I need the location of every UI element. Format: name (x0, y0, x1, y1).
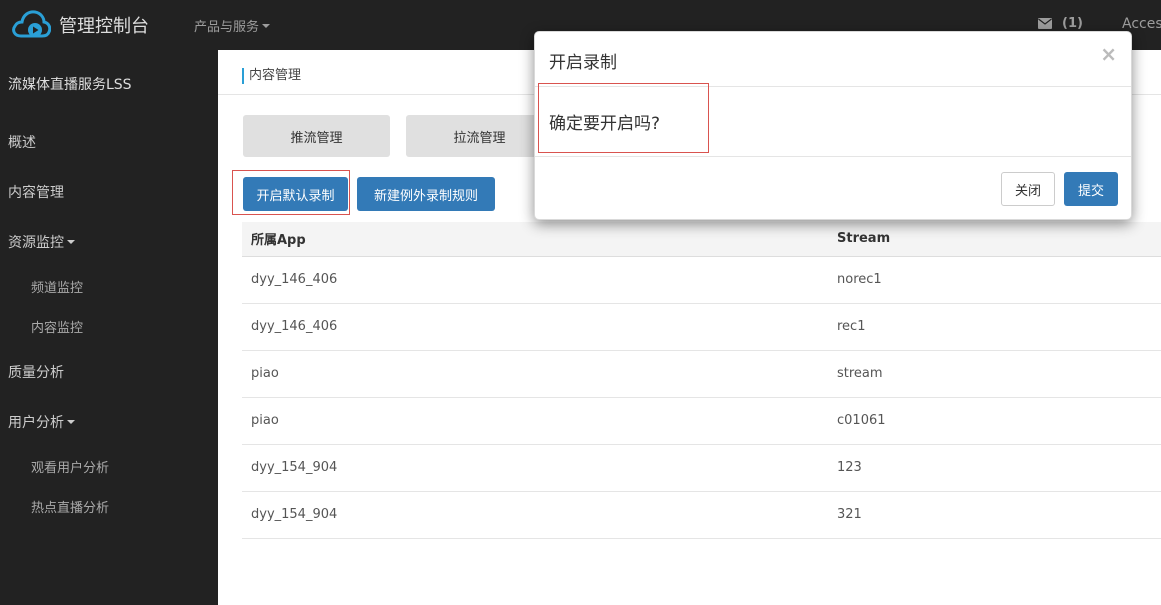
modal-title: 开启录制 (549, 53, 617, 73)
sidebar-item-viewer-analysis[interactable]: 观看用户分析 (31, 457, 109, 476)
sidebar-item-resource-monitor[interactable]: 资源监控 (8, 232, 75, 252)
table-row[interactable]: dyy_154_904 321 (242, 491, 1161, 539)
breadcrumb: 内容管理 (242, 68, 301, 84)
modal-submit-button[interactable]: 提交 (1064, 172, 1118, 206)
access-link[interactable]: Access (1122, 16, 1161, 32)
sidebar-service-title[interactable]: 流媒体直播服务LSS (8, 74, 132, 94)
brand-logo[interactable]: 管理控制台 (11, 6, 149, 44)
sidebar-item-hot-live-analysis[interactable]: 热点直播分析 (31, 497, 109, 516)
messages-link[interactable]: (1) (1038, 16, 1083, 31)
modal-body: 确定要开启吗? (535, 83, 1131, 157)
chevron-down-icon (67, 420, 75, 424)
stream-cell: norec1 (828, 256, 1161, 304)
table-row[interactable]: piao c01061 (242, 397, 1161, 445)
table-row[interactable]: dyy_146_406 norec1 (242, 256, 1161, 304)
column-header-app: 所属App (242, 222, 828, 257)
highlight-box (232, 170, 350, 215)
tab-pull-stream[interactable]: 拉流管理 (406, 115, 553, 157)
app-cell: dyy_146_406 (242, 256, 828, 304)
cloud-play-logo-icon (12, 10, 51, 38)
stream-cell: stream (828, 350, 1161, 398)
confirm-record-modal: 开启录制 × 确定要开启吗? 关闭 提交 (534, 31, 1132, 220)
sidebar-item-quality-analysis[interactable]: 质量分析 (8, 362, 64, 382)
table-row[interactable]: dyy_154_904 123 (242, 444, 1161, 492)
column-header-stream: Stream (828, 222, 1161, 257)
close-icon[interactable]: × (1100, 44, 1117, 64)
modal-close-button[interactable]: 关闭 (1001, 172, 1055, 206)
sidebar-item-content-monitor[interactable]: 内容监控 (31, 317, 83, 336)
tab-push-stream[interactable]: 推流管理 (243, 115, 390, 157)
new-exception-rule-button[interactable]: 新建例外录制规则 (357, 177, 495, 211)
stream-table: 所属App Stream dyy_146_406 norec1 dyy_146_… (242, 222, 1161, 539)
app-cell: dyy_146_406 (242, 303, 828, 351)
sidebar-item-overview[interactable]: 概述 (8, 132, 36, 152)
stream-cell: rec1 (828, 303, 1161, 351)
highlight-box (538, 83, 709, 153)
table-header-row: 所属App Stream (242, 222, 1161, 257)
envelope-icon (1038, 18, 1052, 29)
stream-cell: 321 (828, 491, 1161, 539)
app-cell: piao (242, 397, 828, 445)
app-title: 管理控制台 (59, 16, 149, 37)
products-menu[interactable]: 产品与服务 (194, 16, 271, 35)
sidebar-item-user-analysis[interactable]: 用户分析 (8, 412, 75, 432)
chevron-down-icon (262, 23, 271, 28)
app-cell: dyy_154_904 (242, 444, 828, 492)
stream-cell: c01061 (828, 397, 1161, 445)
stream-cell: 123 (828, 444, 1161, 492)
table-row[interactable]: dyy_146_406 rec1 (242, 303, 1161, 351)
sidebar-item-label: 资源监控 (8, 235, 64, 251)
products-menu-label: 产品与服务 (194, 20, 260, 35)
modal-header: 开启录制 × (535, 32, 1131, 87)
app-cell: piao (242, 350, 828, 398)
chevron-down-icon (67, 240, 75, 244)
sidebar-item-channel-monitor[interactable]: 频道监控 (31, 277, 83, 296)
sidebar: 流媒体直播服务LSS 概述 内容管理 资源监控 频道监控 内容监控 质量分析 用… (0, 50, 218, 605)
app-cell: dyy_154_904 (242, 491, 828, 539)
table-row[interactable]: piao stream (242, 350, 1161, 398)
sidebar-item-label: 用户分析 (8, 415, 64, 431)
sidebar-item-content-management[interactable]: 内容管理 (8, 182, 64, 202)
message-count: (1) (1062, 16, 1083, 31)
